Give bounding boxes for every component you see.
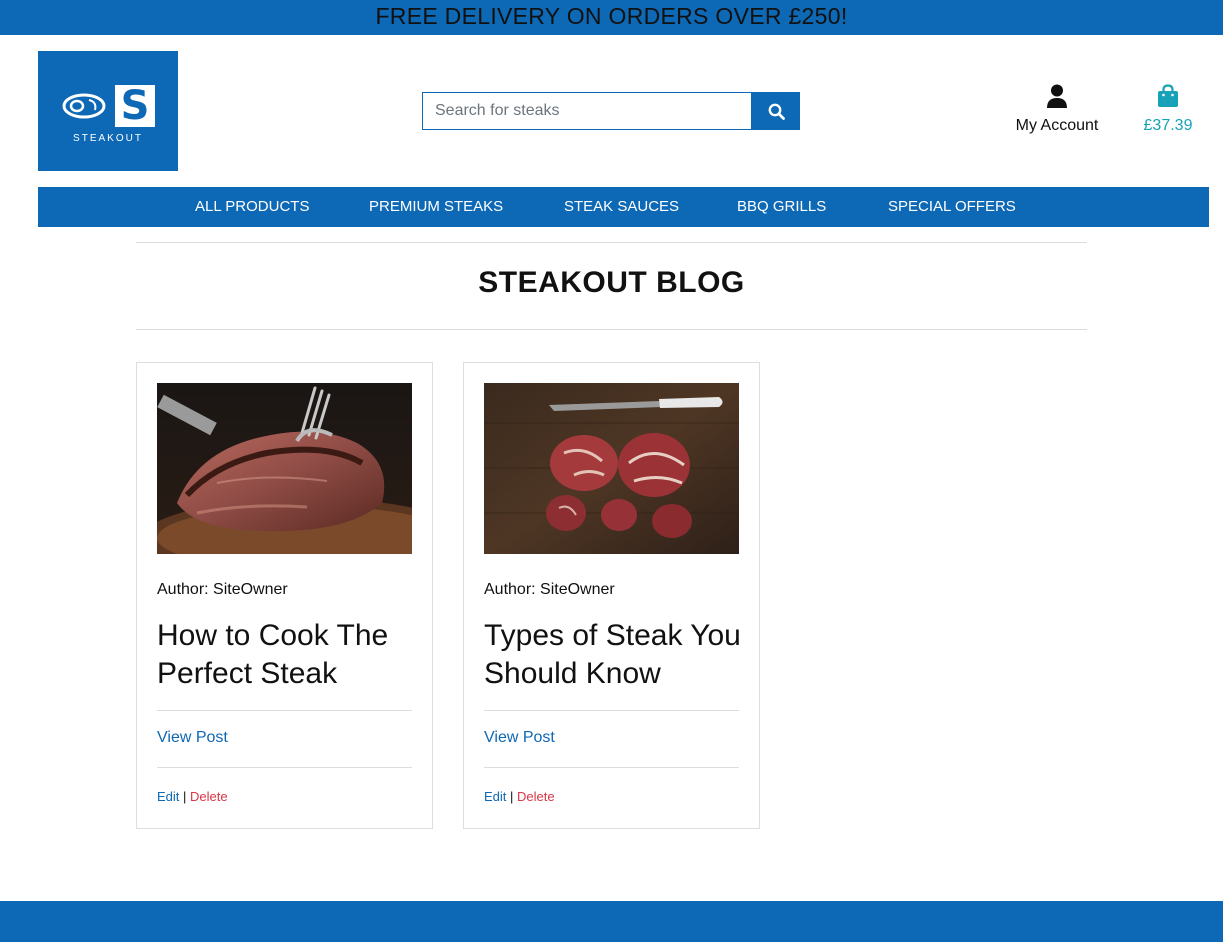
page-title: STEAKOUT BLOG [478,266,745,299]
delivery-banner-text: FREE DELIVERY ON ORDERS OVER £250! [375,3,848,29]
nav-item-special-offers[interactable]: SPECIAL OFFERS [888,187,1016,227]
cart-link[interactable]: £37.39 [1136,84,1200,135]
logo-text: STEAKOUT [73,132,143,144]
delete-post-link[interactable]: Delete [517,789,555,804]
view-post-link[interactable]: View Post [484,729,555,747]
divider [484,710,739,711]
post-author: Author: SiteOwner [484,581,615,598]
steak-icon [62,93,106,118]
delivery-banner: FREE DELIVERY ON ORDERS OVER £250! [0,0,1223,35]
main-nav: ALL PRODUCTS PREMIUM STEAKS STEAK SAUCES… [38,187,1209,227]
blog-post-card: Author: SiteOwner How to Cook The Perfec… [136,362,433,829]
logo-mark: S [61,84,155,127]
post-author: Author: SiteOwner [157,581,288,598]
divider [136,242,1087,243]
my-account-link[interactable]: My Account [1008,84,1106,135]
cart-total: £37.39 [1143,117,1193,134]
delete-post-link[interactable]: Delete [190,789,228,804]
blog-post-card: Author: SiteOwner Types of Steak You Sho… [463,362,760,829]
user-icon [1047,84,1067,108]
site-logo[interactable]: S STEAKOUT [38,51,178,171]
edit-post-link[interactable]: Edit [484,789,506,804]
nav-item-all-products[interactable]: ALL PRODUCTS [195,187,309,227]
action-separator: | [183,789,187,804]
shopping-bag-icon [1158,84,1178,107]
search-form [422,92,800,130]
post-title: How to Cook The Perfect Steak [157,619,389,690]
site-footer [0,901,1223,942]
search-input[interactable] [422,92,752,130]
divider [157,710,412,711]
search-button[interactable] [752,92,800,130]
nav-item-premium-steaks[interactable]: PREMIUM STEAKS [369,187,503,227]
divider [484,767,739,768]
post-title: Types of Steak You Should Know [484,619,741,690]
divider [157,767,412,768]
post-actions: Edit | Delete [157,789,228,804]
my-account-label: My Account [1015,117,1099,134]
divider [136,329,1087,330]
view-post-link[interactable]: View Post [157,729,228,747]
nav-item-steak-sauces[interactable]: STEAK SAUCES [564,187,679,227]
post-image-sliced-steak [157,383,412,554]
action-separator: | [510,789,514,804]
nav-item-bbq-grills[interactable]: BBQ GRILLS [737,187,826,227]
search-icon [768,103,785,120]
post-image-raw-steaks [484,383,739,554]
edit-post-link[interactable]: Edit [157,789,179,804]
post-actions: Edit | Delete [484,789,555,804]
logo-letter: S [115,84,155,127]
